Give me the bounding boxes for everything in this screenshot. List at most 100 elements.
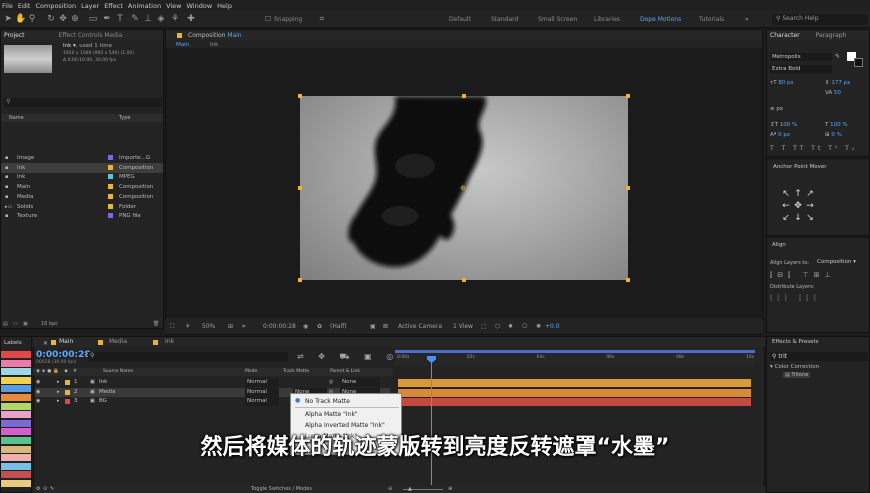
font-size-field[interactable]: тT 80 px [770, 80, 794, 86]
fast-preview-icon[interactable]: ⊠ [383, 321, 388, 333]
draft-3d-icon[interactable]: ⬡ [495, 321, 500, 333]
pan-behind-tool-icon[interactable]: ⊕ [70, 13, 80, 25]
font-style-dropdown[interactable]: Extra Bold [770, 65, 832, 73]
tab-paragraph[interactable]: Paragraph [816, 32, 847, 39]
toggle-pixel-aspect-icon[interactable]: ⬚ [481, 321, 487, 333]
transform-handle[interactable] [462, 94, 466, 98]
anchor-right-icon[interactable]: → [805, 201, 815, 211]
label-color-swatch[interactable] [1, 359, 31, 367]
menu-file[interactable]: File [2, 2, 13, 10]
snap-options-icon[interactable]: ⌗ [317, 13, 327, 25]
col-name[interactable]: Name [9, 114, 24, 122]
menu-view[interactable]: View [166, 2, 181, 10]
always-preview-icon[interactable]: ⛶ [170, 321, 174, 333]
workspace-standard[interactable]: Standard [491, 16, 518, 23]
transform-handle[interactable] [626, 186, 630, 190]
label-swatch[interactable] [108, 184, 113, 190]
faux-style-buttons[interactable]: T T TT Tt T¹ T₁ [770, 145, 857, 152]
interpret-footage-icon[interactable]: ▤ [3, 321, 8, 327]
zoom-tool-icon[interactable]: ⚲ [27, 13, 37, 25]
color-channel-icon[interactable]: ✿ [317, 321, 322, 333]
effects-category[interactable]: ▾ Color Correction [770, 364, 819, 370]
horizontal-scale-field[interactable]: T 100 % [825, 122, 848, 128]
workspace-tutorials[interactable]: Tutorials [699, 16, 724, 23]
layer-mode-dropdown[interactable]: Normal [245, 387, 279, 397]
motion-blur-icon[interactable]: ✸ [508, 321, 513, 333]
menu-alpha-inverted-matte[interactable]: Alpha Inverted Matte "Ink" [305, 422, 385, 429]
label-color-swatch[interactable] [1, 402, 31, 410]
distribute-buttons[interactable]: ⫿⫿⫿ ⫿⫿⫿ [770, 294, 821, 303]
viewer-timecode[interactable]: 0:00:00:28 [263, 321, 296, 333]
snapshot-icon[interactable]: ◉ [303, 321, 308, 333]
col-parent[interactable]: Parent & Link [330, 368, 360, 376]
col-track-matte[interactable]: Track Matte [283, 368, 309, 376]
comp-flowchart-icon[interactable]: ⚙ [36, 486, 40, 493]
label-color-swatch[interactable] [1, 411, 31, 419]
workspace-small-screen[interactable]: Small Screen [538, 16, 577, 23]
view-layout-dropdown[interactable]: 1 View [453, 321, 473, 333]
zoom-slider-handle-icon[interactable]: ▲ [408, 486, 412, 493]
transform-handle[interactable] [298, 186, 302, 190]
project-item[interactable]: ▸▭ Solids Folder [1, 202, 163, 212]
layer-mode-dropdown[interactable]: Normal [245, 397, 279, 406]
font-family-dropdown[interactable]: Metropolis [770, 53, 832, 61]
zoom-in-icon[interactable]: ⊕ [448, 486, 452, 493]
visibility-eye-icon[interactable]: ◉ [36, 388, 40, 397]
visibility-eye-icon[interactable]: ◉ [36, 397, 40, 406]
label-swatch[interactable] [108, 164, 113, 170]
transform-handle[interactable] [626, 278, 630, 282]
comp-panel-title[interactable]: Composition Main [188, 32, 242, 39]
workspace-default[interactable]: Default [449, 16, 471, 23]
label-color-swatch[interactable] [1, 385, 31, 393]
visibility-eye-icon[interactable]: ◉ [36, 378, 40, 387]
transform-handle[interactable] [626, 94, 630, 98]
grid-toggle-icon[interactable]: ⊞ [228, 321, 233, 333]
transform-handle[interactable] [298, 94, 302, 98]
transform-handle[interactable] [298, 278, 302, 282]
expand-arrow-icon[interactable]: ▸ [57, 388, 60, 397]
transform-handle[interactable] [462, 278, 466, 282]
anchor-bottom-icon[interactable]: ↓ [793, 213, 803, 223]
anchor-center-icon[interactable]: ✥ [793, 201, 803, 211]
puppet-tool-icon[interactable]: ✚ [186, 13, 196, 25]
stroke-width-field[interactable]: ≡ px [770, 106, 783, 112]
anchor-bottom-left-icon[interactable]: ↙ [781, 213, 791, 223]
layer-label-swatch[interactable] [65, 389, 70, 395]
label-color-swatch[interactable] [1, 351, 31, 358]
layer-label-swatch[interactable] [65, 380, 70, 385]
project-item[interactable]: ▪ Media Composition [1, 192, 163, 202]
layer-duration-bar[interactable] [398, 398, 751, 406]
label-swatch[interactable] [108, 193, 113, 199]
view-options-icon[interactable]: ⚘ [185, 321, 190, 333]
workspace-overflow-icon[interactable]: » [745, 16, 749, 23]
tab-main-close-icon[interactable]: ✕ [43, 339, 48, 349]
anchor-left-icon[interactable]: ← [781, 201, 791, 211]
label-swatch[interactable] [108, 155, 113, 160]
label-swatch[interactable] [108, 213, 113, 219]
clone-tool-icon[interactable]: ⊥ [143, 13, 153, 25]
eyedropper-icon[interactable]: ✎ [835, 53, 840, 60]
project-item[interactable]: ▪ Texture PNG file [1, 211, 163, 221]
baseline-shift-field[interactable]: Aª 0 px [770, 132, 790, 138]
label-color-swatch[interactable] [1, 376, 31, 384]
transparency-grid-icon[interactable]: ▣ [370, 321, 376, 333]
menu-composition[interactable]: Composition [35, 2, 76, 10]
menu-animation[interactable]: Animation [128, 2, 161, 10]
new-composition-icon[interactable]: ▣ [23, 321, 28, 327]
timeline-tab-main[interactable]: Main [59, 337, 73, 347]
anchor-top-left-icon[interactable]: ↖ [781, 189, 791, 199]
bpc-label[interactable]: 16 bpc [41, 321, 58, 327]
label-swatch[interactable] [108, 203, 113, 209]
work-area-bar[interactable] [395, 350, 755, 353]
menu-help[interactable]: Help [217, 2, 232, 10]
workspace-libraries[interactable]: Libraries [594, 16, 620, 23]
expand-arrow-icon[interactable]: ▸ [57, 378, 60, 387]
tab-character[interactable]: Character [770, 32, 800, 39]
new-folder-icon[interactable]: ▭ [13, 321, 18, 327]
effects-result-item[interactable]: ▤ Tritone [783, 372, 811, 378]
vertical-scale-field[interactable]: ↕T 100 % [770, 122, 797, 128]
layer-label-swatch[interactable] [65, 399, 70, 404]
parent-pickwhip-icon[interactable]: ◎ [329, 378, 333, 387]
roto-brush-icon[interactable]: ⚘ [170, 13, 180, 25]
project-search-input[interactable]: ⚲ [4, 98, 162, 107]
